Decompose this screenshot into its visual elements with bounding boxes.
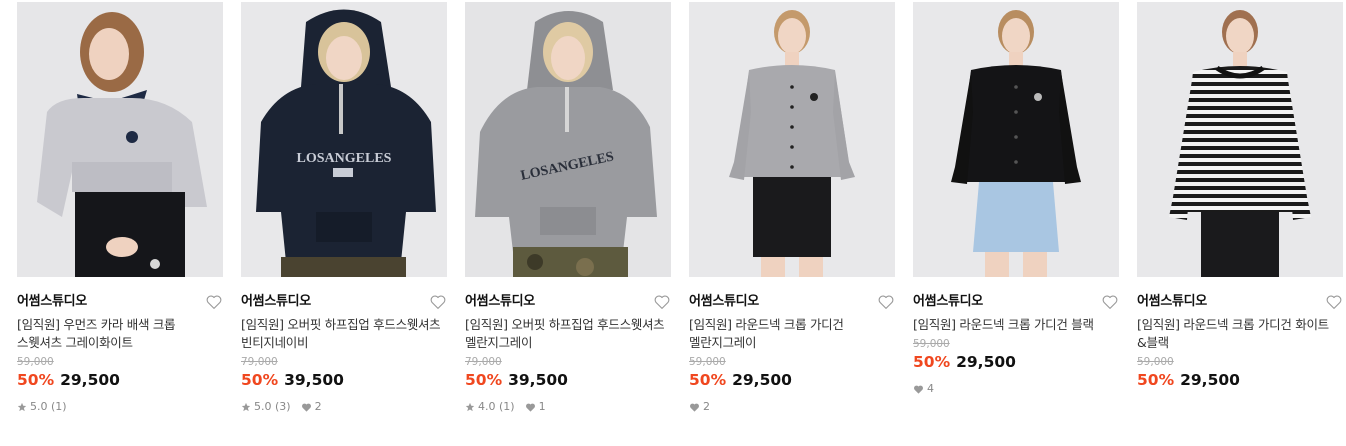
discount-rate: 50%: [1137, 371, 1175, 389]
star-icon: [17, 402, 27, 412]
rating: 5.0 (1): [17, 400, 67, 414]
discount-rate: 50%: [465, 371, 503, 389]
heart-icon[interactable]: [653, 293, 671, 311]
likes: 2: [301, 400, 322, 414]
product-title[interactable]: [임직원] 오버핏 하프집업 후드스웻셔츠 빈티지네이비: [241, 316, 441, 352]
discount-rate: 50%: [689, 371, 727, 389]
rating-text: 4.0 (1): [478, 400, 515, 413]
discount-rate: 50%: [241, 371, 279, 389]
heart-icon[interactable]: [1101, 293, 1119, 311]
heart-filled-icon: [914, 385, 923, 394]
product-image[interactable]: LOSANGELES: [241, 2, 447, 277]
heart-icon[interactable]: [1325, 293, 1343, 311]
product-image[interactable]: LOSANGELES: [465, 2, 671, 277]
heart-filled-icon: [690, 403, 699, 412]
heart-icon[interactable]: [877, 293, 895, 311]
price-row: 50% 29,500: [913, 352, 1119, 372]
rating-text: 5.0 (3): [254, 400, 291, 413]
likes: 2: [689, 400, 710, 414]
brand-name[interactable]: 어썸스튜디오: [465, 291, 671, 313]
sale-price: 29,500: [732, 371, 792, 389]
sale-price: 39,500: [284, 371, 344, 389]
star-icon: [241, 402, 251, 412]
original-price: 59,000: [1137, 356, 1174, 368]
product-title[interactable]: [임직원] 우먼즈 카라 배색 크롭 스웻셔츠 그레이화이트: [17, 316, 217, 352]
discount-rate: 50%: [17, 371, 55, 389]
product-meta: 5.0 (1): [17, 400, 223, 414]
rating: 4.0 (1): [465, 400, 515, 414]
original-price: 79,000: [241, 356, 278, 368]
original-price: 59,000: [689, 356, 726, 368]
product-image[interactable]: [689, 2, 895, 277]
likes-count: 2: [703, 400, 710, 413]
product-image[interactable]: [913, 2, 1119, 277]
product-image[interactable]: [17, 2, 223, 277]
sale-price: 29,500: [956, 353, 1016, 371]
product-title[interactable]: [임직원] 라운드넥 크롭 가디건 화이트&블랙: [1137, 316, 1337, 352]
product-image[interactable]: [1137, 2, 1343, 277]
likes: 4: [913, 382, 934, 396]
heart-icon[interactable]: [205, 293, 223, 311]
brand-name[interactable]: 어썸스튜디오: [17, 291, 223, 313]
original-price: 79,000: [465, 356, 502, 368]
sale-price: 39,500: [508, 371, 568, 389]
likes-count: 2: [314, 400, 322, 413]
star-icon: [465, 402, 475, 412]
sale-price: 29,500: [1180, 371, 1240, 389]
discount-rate: 50%: [913, 353, 951, 371]
brand-name[interactable]: 어썸스튜디오: [241, 291, 447, 313]
price-row: 50% 39,500: [465, 370, 671, 390]
likes: 1: [525, 400, 546, 414]
product-card[interactable]: 어썸스튜디오 [임직원] 라운드넥 크롭 가디건 블랙 59,000 50% 29…: [913, 2, 1119, 396]
brand-name[interactable]: 어썸스튜디오: [689, 291, 895, 313]
price-row: 50% 29,500: [689, 370, 895, 390]
price-row: 50% 39,500: [241, 370, 447, 390]
original-price: 59,000: [913, 338, 950, 350]
sale-price: 29,500: [60, 371, 120, 389]
likes-count: 1: [538, 400, 546, 413]
heart-icon[interactable]: [429, 293, 447, 311]
rating-text: 5.0 (1): [30, 400, 67, 413]
product-card[interactable]: 어썸스튜디오 [임직원] 라운드넥 크롭 가디건 멜란지그레이 59,000 5…: [689, 2, 895, 414]
product-card[interactable]: LOSANGELES 어썸스튜디오 [임직원] 오버핏 하프집업 후드스웻셔츠 …: [465, 2, 671, 414]
product-meta: 2: [689, 400, 895, 414]
product-meta: 4.0 (1) 1: [465, 400, 671, 414]
svg-text:LOSANGELES: LOSANGELES: [297, 151, 392, 166]
product-title[interactable]: [임직원] 오버핏 하프집업 후드스웻셔츠 멜란지그레이: [465, 316, 665, 352]
product-card[interactable]: LOSANGELES 어썸스튜디오 [임직원] 오버핏 하프집업 후드스웻셔츠 …: [241, 2, 447, 414]
product-meta: 4: [913, 382, 1119, 396]
price-row: 50% 29,500: [1137, 370, 1343, 390]
product-grid: 어썸스튜디오 [임직원] 우먼즈 카라 배색 크롭 스웻셔츠 그레이화이트 59…: [0, 0, 1346, 446]
product-title[interactable]: [임직원] 라운드넥 크롭 가디건 멜란지그레이: [689, 316, 889, 352]
original-price: 59,000: [17, 356, 54, 368]
rating: 5.0 (3): [241, 400, 291, 414]
heart-filled-icon: [301, 403, 311, 412]
product-card[interactable]: 어썸스튜디오 [임직원] 라운드넥 크롭 가디건 화이트&블랙 59,000 5…: [1137, 2, 1343, 390]
product-card[interactable]: 어썸스튜디오 [임직원] 우먼즈 카라 배색 크롭 스웻셔츠 그레이화이트 59…: [17, 2, 223, 414]
brand-name[interactable]: 어썸스튜디오: [913, 291, 1119, 313]
product-title[interactable]: [임직원] 라운드넥 크롭 가디건 블랙: [913, 316, 1113, 334]
heart-filled-icon: [525, 403, 535, 412]
brand-name[interactable]: 어썸스튜디오: [1137, 291, 1343, 313]
product-meta: 5.0 (3) 2: [241, 400, 447, 414]
price-row: 50% 29,500: [17, 370, 223, 390]
likes-count: 4: [927, 382, 934, 395]
